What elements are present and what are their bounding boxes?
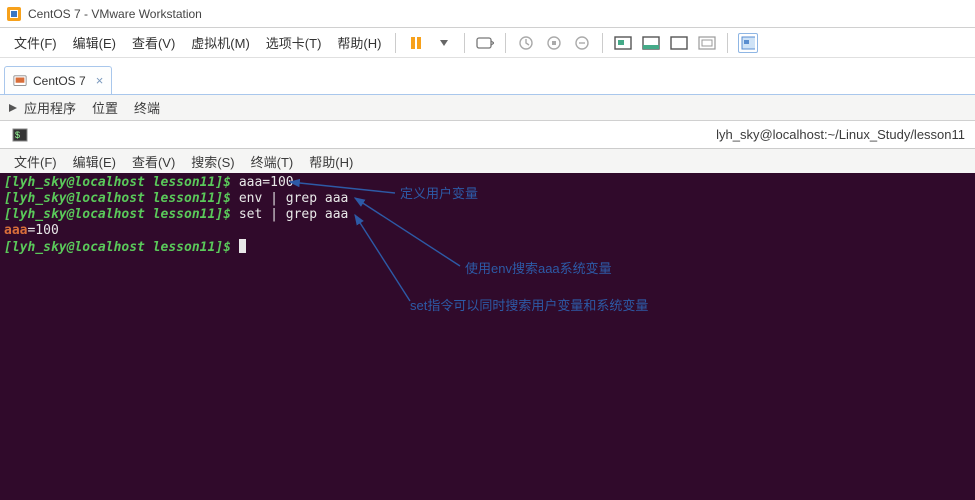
- dropdown-icon[interactable]: [434, 33, 454, 53]
- vm-tab-icon: [13, 74, 27, 88]
- send-ctrl-alt-del-icon[interactable]: [475, 33, 495, 53]
- stretch-icon[interactable]: [697, 33, 717, 53]
- separator: [464, 33, 465, 53]
- tab-label: CentOS 7: [33, 74, 86, 88]
- vmware-icon: [6, 6, 22, 22]
- apps-arrow-icon: [8, 103, 18, 113]
- gnome-panel: 应用程序 位置 终端: [0, 95, 975, 121]
- gnome-terminal-app[interactable]: 终端: [134, 98, 160, 117]
- separator: [505, 33, 506, 53]
- separator: [727, 33, 728, 53]
- terminal-title: lyh_sky@localhost:~/Linux_Study/lesson11: [716, 127, 965, 142]
- tab-centos7[interactable]: CentOS 7 ×: [4, 66, 112, 94]
- term-menu-help[interactable]: 帮助(H): [301, 150, 361, 173]
- menu-help[interactable]: 帮助(H): [329, 29, 389, 56]
- snapshot-icon[interactable]: [516, 33, 536, 53]
- revert-snapshot-icon[interactable]: [572, 33, 592, 53]
- gnome-applications[interactable]: 应用程序: [8, 98, 76, 117]
- window-titlebar: CentOS 7 - VMware Workstation: [0, 0, 975, 28]
- window-title: CentOS 7 - VMware Workstation: [28, 7, 202, 21]
- terminal-body[interactable]: [lyh_sky@localhost lesson11]$ aaa=100 [l…: [0, 173, 975, 500]
- term-menu-terminal[interactable]: 终端(T): [243, 150, 302, 173]
- term-menu-file[interactable]: 文件(F): [6, 150, 65, 173]
- gnome-places[interactable]: 位置: [92, 98, 118, 117]
- snapshot-manager-icon[interactable]: [544, 33, 564, 53]
- gnome-applications-label: 应用程序: [24, 98, 76, 117]
- separator: [602, 33, 603, 53]
- terminal-menubar: 文件(F) 编辑(E) 查看(V) 搜索(S) 终端(T) 帮助(H): [0, 149, 975, 173]
- unity-icon[interactable]: [641, 33, 661, 53]
- console-view-icon[interactable]: [669, 33, 689, 53]
- guest-area: 应用程序 位置 终端 $ lyh_sky@localhost:~/Linux_S…: [0, 94, 975, 500]
- annotation-label: set指令可以同时搜索用户变量和系统变量: [410, 295, 648, 314]
- menu-tabs[interactable]: 选项卡(T): [258, 29, 330, 56]
- annotation-label: 定义用户变量: [400, 183, 478, 202]
- library-icon[interactable]: [738, 33, 758, 53]
- terminal-window-icon: $: [12, 127, 28, 143]
- fullscreen-icon[interactable]: [613, 33, 633, 53]
- term-menu-search[interactable]: 搜索(S): [183, 150, 242, 173]
- menubar: 文件(F) 编辑(E) 查看(V) 虚拟机(M) 选项卡(T) 帮助(H): [0, 28, 975, 58]
- svg-text:$: $: [15, 130, 20, 140]
- menu-edit[interactable]: 编辑(E): [65, 29, 124, 56]
- menu-vm[interactable]: 虚拟机(M): [183, 29, 258, 56]
- annotation-label: 使用env搜索aaa系统变量: [465, 258, 612, 277]
- tab-bar: CentOS 7 ×: [0, 58, 975, 94]
- menu-view[interactable]: 查看(V): [124, 29, 183, 56]
- terminal-titlebar: $ lyh_sky@localhost:~/Linux_Study/lesson…: [0, 121, 975, 149]
- term-menu-edit[interactable]: 编辑(E): [65, 150, 124, 173]
- term-menu-view[interactable]: 查看(V): [124, 150, 183, 173]
- pause-icon[interactable]: [406, 33, 426, 53]
- separator: [395, 33, 396, 53]
- menu-file[interactable]: 文件(F): [6, 29, 65, 56]
- tab-close-icon[interactable]: ×: [96, 73, 104, 88]
